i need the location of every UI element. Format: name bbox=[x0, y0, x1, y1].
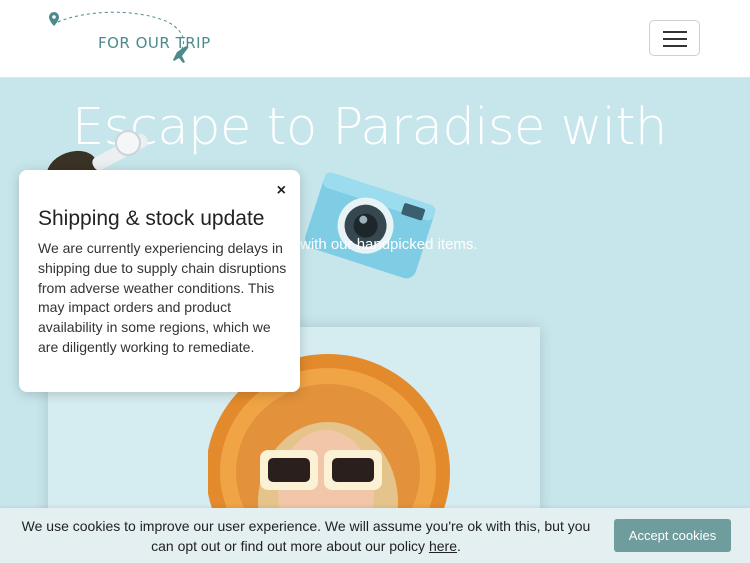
hero-subtitle: with our handpicked items. bbox=[300, 236, 478, 253]
cookie-message-text: We use cookies to improve our user exper… bbox=[21, 518, 591, 554]
accept-cookies-button[interactable]: Accept cookies bbox=[614, 519, 731, 552]
cookie-message: We use cookies to improve our user exper… bbox=[20, 516, 592, 556]
menu-toggle-button[interactable] bbox=[649, 20, 700, 56]
hamburger-icon bbox=[663, 45, 687, 47]
shipping-update-modal: × Shipping & stock update We are current… bbox=[19, 170, 300, 392]
camera-image bbox=[305, 172, 436, 279]
hamburger-icon bbox=[663, 31, 687, 33]
cookie-consent-bar: We use cookies to improve our user exper… bbox=[0, 508, 750, 563]
logo-text: FOR OUR TRIP bbox=[98, 34, 211, 52]
hamburger-icon bbox=[663, 38, 687, 40]
cookie-policy-link[interactable]: here bbox=[429, 538, 457, 554]
hero-title: Escape to Paradise with bbox=[72, 98, 667, 157]
logo[interactable]: FOR OUR TRIP bbox=[46, 10, 210, 70]
modal-body: We are currently experiencing delays in … bbox=[38, 240, 287, 355]
cookie-message-period: . bbox=[456, 538, 461, 554]
navbar: FOR OUR TRIP bbox=[0, 0, 750, 78]
modal-title: Shipping & stock update bbox=[38, 207, 265, 230]
close-icon[interactable]: × bbox=[277, 182, 286, 200]
